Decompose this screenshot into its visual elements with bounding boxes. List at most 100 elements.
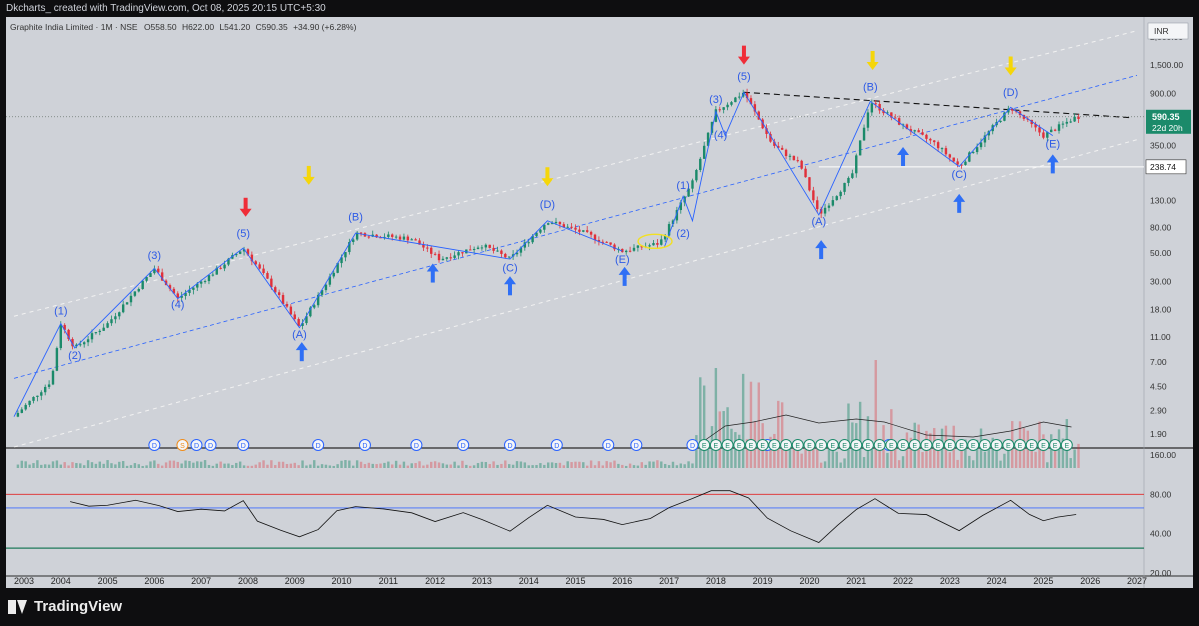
candle-body <box>847 177 850 183</box>
volume-bar <box>121 461 125 468</box>
volume-bar <box>562 465 566 468</box>
candle-body <box>648 245 651 247</box>
candle-body <box>624 250 628 253</box>
volume-bar <box>465 464 468 468</box>
candle-body <box>929 138 932 141</box>
time-tick-label: 2019 <box>753 576 773 586</box>
candle-body <box>948 154 952 158</box>
volume-bar <box>176 461 179 468</box>
candle-body <box>402 236 406 240</box>
candle-body <box>691 180 694 189</box>
candle-body <box>940 148 944 150</box>
volume-bar <box>472 465 476 468</box>
candle-body <box>414 239 417 241</box>
volume-bar <box>59 464 63 468</box>
candle-body <box>1050 129 1053 133</box>
volume-bar <box>336 464 339 468</box>
time-tick-label: 2010 <box>332 576 352 586</box>
volume-bar <box>352 465 355 468</box>
candle-body <box>51 370 55 385</box>
wave-label: (D) <box>540 199 555 211</box>
volume-bar <box>270 460 273 468</box>
volume-bar <box>188 461 191 468</box>
volume-bar <box>527 465 530 468</box>
volume-bar <box>43 464 47 468</box>
volume-bar <box>180 463 183 468</box>
candle-body <box>461 252 464 254</box>
candle-body <box>866 112 870 128</box>
candle-body <box>858 140 862 156</box>
volume-bar <box>406 465 410 468</box>
volume-bar <box>1073 449 1076 468</box>
volume-bar <box>32 463 35 468</box>
candle-body <box>472 249 476 251</box>
volume-bar <box>86 460 90 468</box>
volume-bar <box>535 465 538 468</box>
volume-bar <box>40 464 43 468</box>
svg-text:D: D <box>507 443 512 450</box>
candle-body <box>792 155 796 161</box>
svg-text:E: E <box>1029 443 1034 450</box>
volume-bar <box>476 463 480 468</box>
candle-body <box>636 245 640 248</box>
volume-bar <box>1046 462 1049 468</box>
svg-text:D: D <box>316 443 321 450</box>
svg-text:E: E <box>737 443 742 450</box>
volume-bar <box>858 401 862 468</box>
price-chart[interactable]: (1) (2) (3) (4) (5) (A) (B) (C) (D) (E) (1) (2) (3) (… <box>6 17 1193 588</box>
time-tick-label: 2023 <box>940 576 960 586</box>
volume-bar <box>621 464 624 468</box>
dividend-marker-icon: D <box>550 439 563 451</box>
volume-bar <box>51 461 55 468</box>
chart-area[interactable]: (1) (2) (3) (4) (5) (A) (B) (C) (D) (E) (1) (2) (3) (… <box>6 17 1193 588</box>
volume-bar <box>367 462 371 468</box>
rsi-tick-label: 160.00 <box>1150 450 1176 460</box>
volume-bar <box>983 451 987 468</box>
svg-text:D: D <box>461 443 466 450</box>
volume-bar <box>699 377 702 468</box>
dividend-marker-icon: D <box>148 439 161 451</box>
svg-text:D: D <box>152 443 157 450</box>
earnings-marker-icon: E <box>873 439 886 451</box>
volume-bar <box>301 460 304 468</box>
candle-body <box>496 250 499 252</box>
svg-text:E: E <box>912 443 917 450</box>
candle-body <box>476 247 480 250</box>
svg-text:D: D <box>634 443 639 450</box>
candle-body <box>94 332 98 334</box>
volume-bar <box>67 465 70 468</box>
volume-bar <box>741 373 745 468</box>
candle-body <box>972 152 975 154</box>
volume-bar <box>613 460 616 468</box>
svg-text:E: E <box>866 443 871 450</box>
tradingview-logo[interactable]: TradingView <box>8 598 122 615</box>
candle-body <box>441 258 445 261</box>
volume-bar <box>835 451 838 468</box>
volume-bar <box>118 461 121 468</box>
volume-bar <box>203 460 207 468</box>
candle-body <box>726 104 729 108</box>
candle-body <box>702 145 706 159</box>
currency-label: INR <box>1154 26 1169 36</box>
chart-caption: Dkcharts_ created with TradingView.com, … <box>0 0 1199 17</box>
candle-body <box>121 304 125 313</box>
volume-bar <box>843 458 846 468</box>
svg-text:D: D <box>241 443 246 450</box>
volume-bar <box>948 452 952 468</box>
volume-bar <box>20 460 24 468</box>
svg-text:E: E <box>1064 443 1069 450</box>
volume-bar <box>94 463 98 468</box>
svg-text:E: E <box>1018 443 1023 450</box>
volume-bar <box>36 460 39 468</box>
wave-label: (5) <box>737 71 750 83</box>
volume-bar <box>905 432 909 468</box>
volume-bar <box>936 450 940 468</box>
volume-bar <box>617 463 620 468</box>
volume-bar <box>55 460 59 468</box>
dividend-marker-icon: D <box>358 439 371 451</box>
candle-body <box>367 236 371 238</box>
volume-bar <box>550 462 554 468</box>
volume-bar <box>305 465 308 468</box>
volume-bar <box>511 464 515 468</box>
earnings-marker-icon: E <box>1037 439 1050 451</box>
